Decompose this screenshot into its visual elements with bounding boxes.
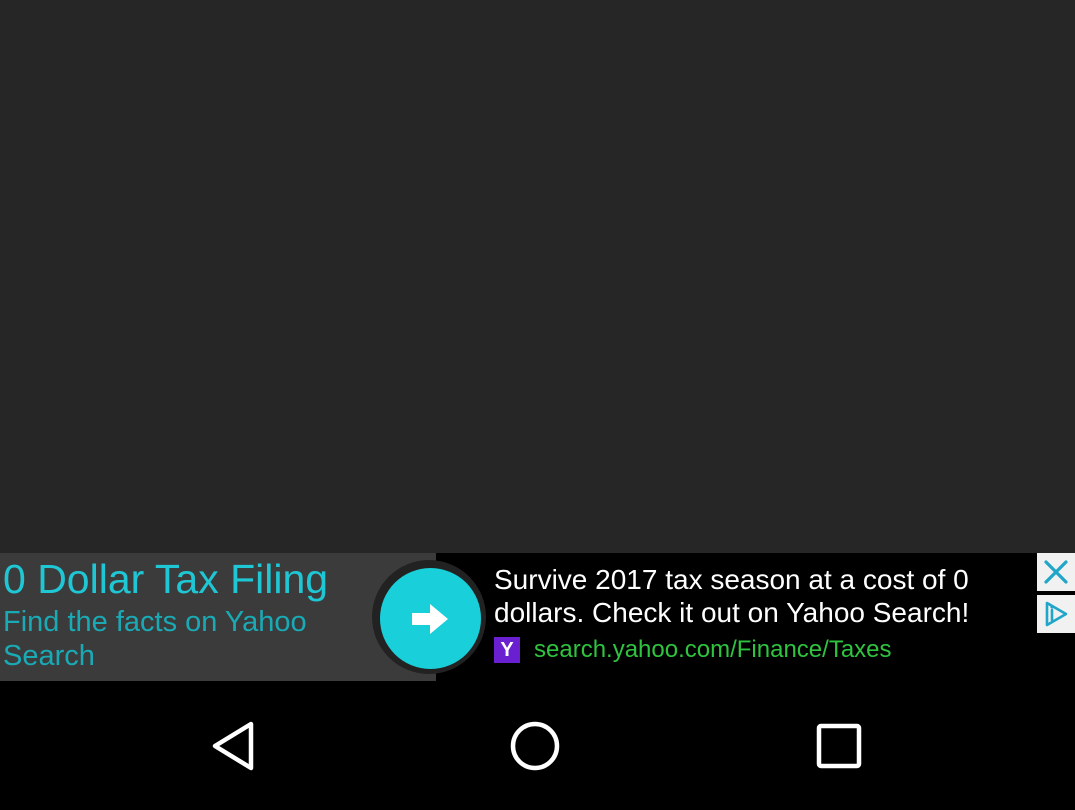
nav-home-button[interactable] xyxy=(475,681,595,810)
ad-text-panel[interactable]: 0 Dollar Tax Filing Find the facts on Ya… xyxy=(0,553,436,681)
ad-url[interactable]: search.yahoo.com/Finance/Taxes xyxy=(534,636,892,664)
nav-recents-button[interactable] xyxy=(779,681,899,810)
ad-headline[interactable]: 0 Dollar Tax Filing xyxy=(3,555,328,603)
ad-source[interactable]: Y search.yahoo.com/Finance/Taxes xyxy=(494,635,892,665)
nav-back-button[interactable] xyxy=(174,681,294,810)
arrow-right-icon xyxy=(412,604,448,634)
close-icon xyxy=(1044,560,1068,584)
ad-choices-button[interactable] xyxy=(1037,595,1075,633)
app-content-area xyxy=(0,0,1075,553)
adchoices-icon xyxy=(1045,601,1068,627)
home-circle-icon xyxy=(510,721,560,770)
back-triangle-icon xyxy=(212,721,254,770)
system-nav-bar xyxy=(0,681,1075,810)
ad-banner[interactable]: 0 Dollar Tax Filing Find the facts on Ya… xyxy=(0,553,1075,681)
ad-cta-button[interactable] xyxy=(380,568,481,669)
ad-description[interactable]: Survive 2017 tax season at a cost of 0 d… xyxy=(494,563,1029,629)
ad-close-button[interactable] xyxy=(1037,553,1075,591)
yahoo-logo-icon: Y xyxy=(494,637,520,663)
ad-detail-panel[interactable]: Survive 2017 tax season at a cost of 0 d… xyxy=(436,553,1075,681)
ad-subline[interactable]: Find the facts on Yahoo Search xyxy=(3,605,363,673)
recents-square-icon xyxy=(816,723,862,768)
